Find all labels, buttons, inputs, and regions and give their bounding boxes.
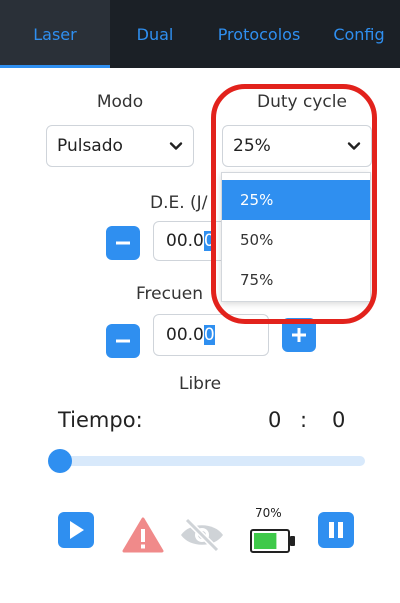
time-slider-thumb[interactable] bbox=[48, 449, 72, 473]
frecuencia-decrement-button[interactable] bbox=[106, 324, 140, 358]
tab-laser-label: Laser bbox=[33, 24, 77, 44]
de-decrement-button[interactable] bbox=[106, 226, 140, 260]
mode-select[interactable]: Pulsado bbox=[46, 125, 194, 167]
active-tab-indicator bbox=[0, 65, 110, 68]
tiempo-separator: : bbox=[300, 408, 308, 432]
tiempo-seconds: 0 bbox=[332, 408, 346, 432]
warning-icon bbox=[122, 517, 164, 553]
chevron-down-icon bbox=[169, 142, 183, 150]
tab-protocolos[interactable]: Protocolos bbox=[200, 0, 318, 68]
time-slider-track[interactable] bbox=[50, 456, 365, 466]
minus-icon bbox=[116, 339, 130, 343]
battery-percent: 70% bbox=[255, 506, 282, 520]
tab-dual[interactable]: Dual bbox=[110, 0, 200, 68]
play-button[interactable] bbox=[58, 512, 94, 548]
mode-select-value: Pulsado bbox=[57, 136, 123, 156]
plus-icon bbox=[292, 328, 306, 342]
play-icon bbox=[70, 521, 84, 539]
frecuencia-value-prefix: 00.0 bbox=[166, 325, 204, 345]
de-value-prefix: 00.0 bbox=[166, 231, 204, 251]
pause-button[interactable] bbox=[318, 512, 354, 548]
duty-cycle-highlight bbox=[211, 84, 377, 324]
tab-laser[interactable]: Laser bbox=[0, 0, 110, 68]
libre-label: Libre bbox=[178, 374, 222, 394]
pause-icon bbox=[329, 522, 343, 538]
mode-label: Modo bbox=[96, 92, 144, 112]
tab-protocolos-label: Protocolos bbox=[217, 24, 301, 44]
battery-icon bbox=[250, 529, 295, 553]
tiempo-label: Tiempo: bbox=[58, 408, 143, 432]
tab-dual-label: Dual bbox=[136, 24, 174, 44]
top-nav: Laser Dual Protocolos Config bbox=[0, 0, 400, 68]
frecuencia-value-caret: 0 bbox=[203, 325, 215, 345]
minus-icon bbox=[116, 241, 130, 245]
tiempo-minutes: 0 bbox=[268, 408, 282, 432]
eye-slash-icon[interactable] bbox=[178, 517, 226, 553]
tab-config-label: Config bbox=[333, 24, 385, 44]
tab-config[interactable]: Config bbox=[318, 0, 400, 68]
